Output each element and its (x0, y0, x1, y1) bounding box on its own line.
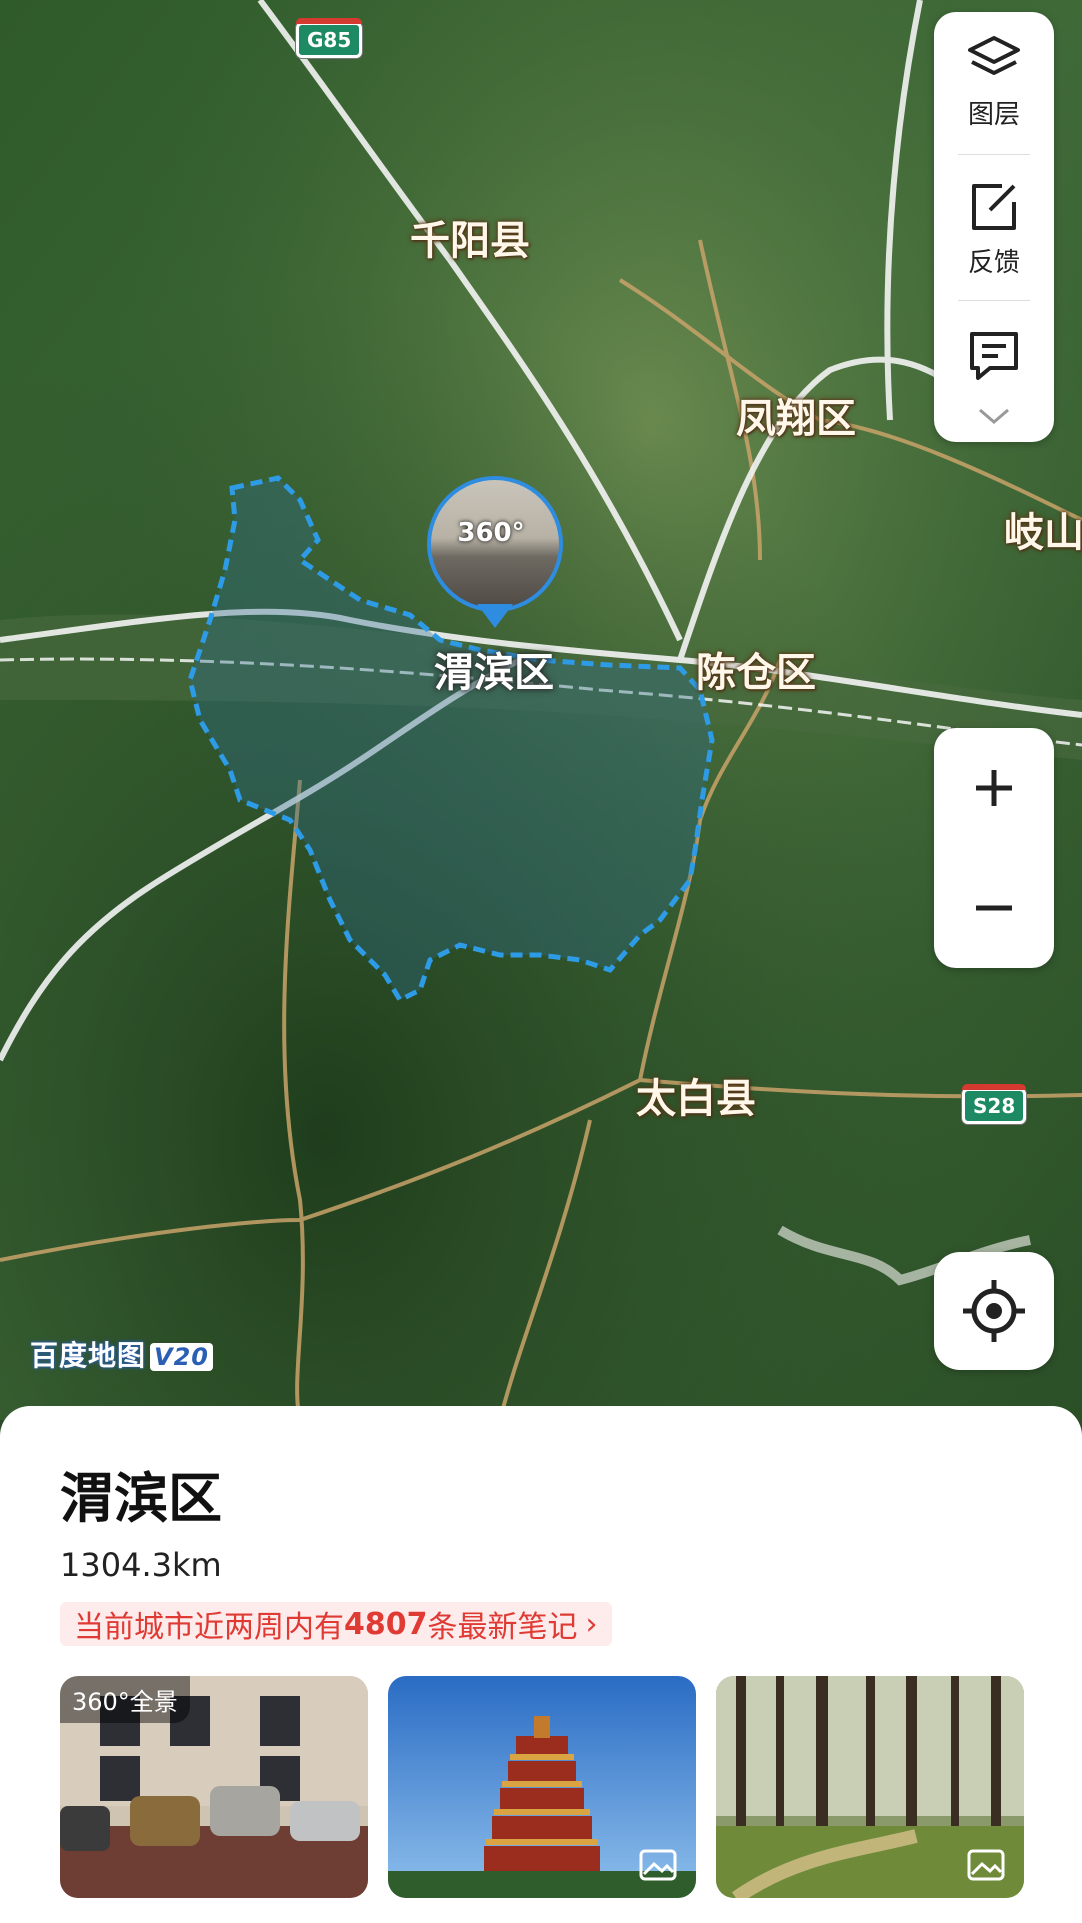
expand-button[interactable] (934, 404, 1054, 432)
layers-icon (968, 36, 1020, 75)
chevron-right-icon: › (585, 1606, 598, 1642)
map-label-qianyang[interactable]: 千阳县 (410, 208, 530, 266)
plus-icon (976, 770, 1012, 806)
notes-suffix: 条最新笔记 (427, 1610, 578, 1645)
locate-crosshair-icon (963, 1280, 1025, 1342)
message-button[interactable] (934, 328, 1054, 386)
map-label-weibin[interactable]: 渭滨区 (434, 640, 554, 698)
place-area: 1304.3km (60, 1546, 222, 1584)
notes-prefix: 当前城市近两周内有 (74, 1610, 344, 1645)
panorama-pin[interactable]: 360° (427, 476, 563, 636)
highway-shield-s28: S28 (962, 1084, 1027, 1124)
message-icon (970, 332, 1018, 380)
logo-version: V20 (150, 1343, 213, 1371)
notes-banner[interactable]: 当前城市近两周内有 4807 条最新笔记 › (60, 1602, 612, 1646)
zoom-in-button[interactable] (934, 728, 1054, 848)
highway-shield-g85: G85 (296, 18, 363, 58)
layers-label: 图层 (967, 100, 1020, 130)
panorama-badge: 360°全景 (60, 1676, 190, 1723)
logo-text: 百度地图 (30, 1339, 147, 1372)
layers-button[interactable]: 图层 (934, 32, 1054, 131)
place-title: 渭滨区 (60, 1467, 222, 1530)
photo-panorama[interactable]: 360°全景 (60, 1676, 368, 1898)
side-divider (958, 300, 1030, 301)
map-view[interactable]: G85 S28 千阳县 凤翔区 岐山 渭滨区 陈仓区 太白县 360° 百度地图… (0, 0, 1082, 1420)
map-side-controls: 图层 反馈 (934, 12, 1054, 442)
chevron-down-icon (979, 408, 1009, 424)
image-icon (639, 1849, 677, 1881)
baidu-map-logo: 百度地图 V20 (30, 1334, 213, 1374)
map-label-taibai[interactable]: 太白县 (636, 1066, 756, 1124)
feedback-edit-icon (972, 184, 1016, 230)
feedback-label: 反馈 (967, 248, 1020, 278)
locate-button[interactable] (934, 1252, 1054, 1370)
map-label-qishan[interactable]: 岐山 (1004, 500, 1082, 558)
map-label-fengxiang[interactable]: 凤翔区 (736, 386, 856, 444)
feedback-button[interactable]: 反馈 (934, 180, 1054, 279)
place-info-sheet[interactable]: 渭滨区 1304.3km 当前城市近两周内有 4807 条最新笔记 › 360°全景 (0, 1406, 1082, 1923)
photo-forest[interactable] (716, 1676, 1024, 1898)
side-divider (958, 154, 1030, 155)
notes-count: 4807 (344, 1606, 428, 1642)
map-label-chencang[interactable]: 陈仓区 (696, 640, 816, 698)
zoom-controls (934, 728, 1054, 968)
pin-pointer-icon (477, 604, 513, 628)
minus-icon (976, 905, 1012, 911)
zoom-out-button[interactable] (934, 848, 1054, 968)
panorama-360-label: 360° (457, 518, 525, 548)
satellite-map-background (0, 0, 1082, 1420)
photo-strip: 360°全景 (60, 1676, 1040, 1898)
photo-pagoda[interactable] (388, 1676, 696, 1898)
image-icon (967, 1849, 1005, 1881)
